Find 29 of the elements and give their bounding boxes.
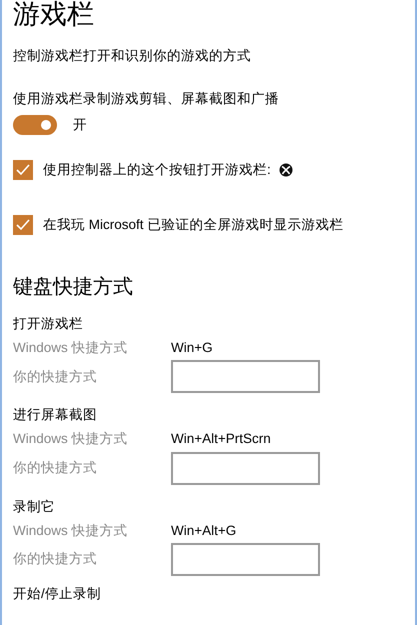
- shortcut-heading: 开始/停止录制: [13, 586, 102, 602]
- checkbox-label: 在我玩 Microsoft 已验证的全屏游戏时显示游戏栏: [43, 216, 344, 233]
- shortcut-value: Win+G: [171, 340, 213, 356]
- description-text: 控制游戏栏打开和识别你的游戏的方式: [13, 48, 252, 65]
- shortcut-heading: 录制它: [13, 498, 56, 515]
- shortcut-input-field[interactable]: [171, 542, 320, 576]
- field-label: 你的快捷方式: [13, 368, 98, 385]
- controller-logo-icon: [278, 162, 293, 177]
- field-label: 你的快捷方式: [13, 460, 98, 476]
- shortcut-value: Win+Alt+G: [171, 522, 236, 539]
- field-label: 你的快捷方式: [13, 551, 98, 568]
- shortcut-heading: 打开游戏栏: [13, 316, 84, 332]
- shortcut-input-field[interactable]: [171, 452, 320, 485]
- field-label: Windows 快捷方式: [13, 431, 129, 448]
- shortcut-heading: 进行屏幕截图: [13, 407, 98, 424]
- section-heading: 键盘快捷方式: [13, 274, 134, 299]
- shortcut-input-field[interactable]: [171, 360, 320, 394]
- setting-label: 使用游戏栏录制游戏剪辑、屏幕截图和广播: [13, 90, 280, 107]
- check-icon: [16, 164, 30, 176]
- shortcut-value: Win+Alt+PrtScrn: [171, 431, 271, 448]
- toggle-switch[interactable]: [13, 114, 57, 135]
- field-label: Windows 快捷方式: [13, 522, 129, 539]
- page-title: 游戏栏: [13, 0, 95, 30]
- toggle-state-text: 开: [73, 116, 87, 133]
- checkbox-label: 使用控制器上的这个按钮打开游戏栏:: [43, 162, 271, 178]
- check-icon: [16, 218, 30, 231]
- field-label: Windows 快捷方式: [13, 340, 129, 356]
- checkbox[interactable]: [13, 160, 33, 180]
- checkbox[interactable]: [13, 214, 33, 235]
